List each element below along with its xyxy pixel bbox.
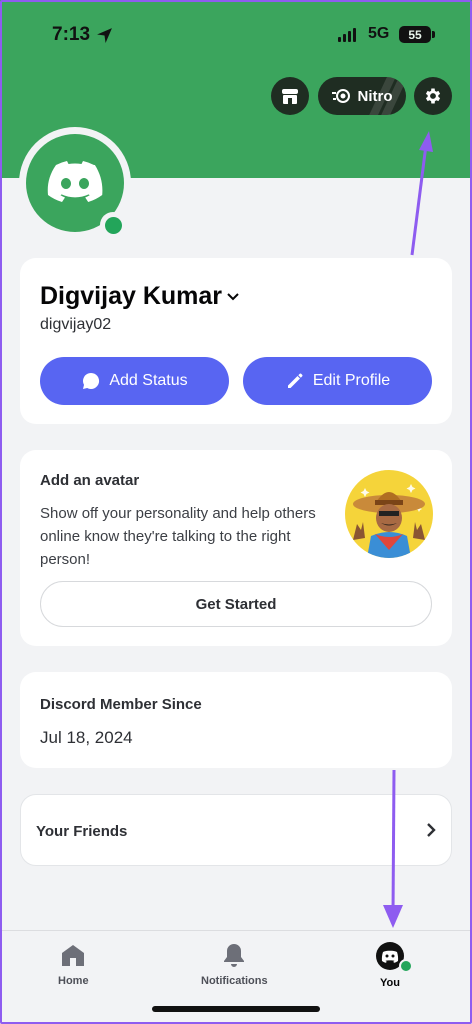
network-label: 5G [368,25,390,42]
nitro-label: Nitro [357,87,393,105]
you-avatar-icon [375,941,413,973]
nitro-icon [331,89,350,103]
member-since-card: Discord Member Since Jul 18, 2024 [20,672,452,768]
add-avatar-title: Add an avatar [40,472,140,489]
shop-icon [282,89,298,104]
get-started-label: Get Started [195,595,277,613]
battery-icon: 55 [399,26,435,43]
pencil-icon [287,373,303,388]
tab-you-label: You [380,977,400,989]
add-status-label: Add Status [109,372,188,389]
display-name: Digvijay Kumar [40,282,223,310]
avatar-illustration [345,470,433,558]
edit-profile-label: Edit Profile [312,372,391,389]
home-indicator [152,1006,320,1012]
add-avatar-card: Add an avatar Show off your personality … [20,450,452,646]
home-icon [62,945,85,966]
speech-bubble-icon [83,372,100,389]
member-since-date: Jul 18, 2024 [40,728,133,747]
settings-button[interactable] [414,77,452,115]
tab-notifications-label: Notifications [201,975,268,987]
add-status-button[interactable]: Add Status [40,357,229,405]
location-arrow-icon [97,27,112,43]
status-bar: 7:13 5G 55 [0,0,472,70]
gear-icon [425,88,441,104]
discord-logo-icon [47,161,103,202]
your-friends-label: Your Friends [36,823,128,840]
time-label: 7:13 [52,24,91,45]
nitro-button[interactable]: Nitro [318,77,406,115]
shop-button[interactable] [271,77,309,115]
profile-card: Digvijay Kumar digvijay02 Add Status Edi… [20,258,452,424]
display-name-row[interactable]: Digvijay Kumar [40,282,240,311]
online-status-indicator [100,212,126,238]
status-time: 7:13 [52,24,113,46]
your-friends-row[interactable]: Your Friends [20,794,452,866]
chevron-down-icon [227,292,239,300]
edit-profile-button[interactable]: Edit Profile [243,357,432,405]
bell-icon [224,944,245,967]
battery-level: 55 [408,27,422,42]
chevron-right-icon [427,823,436,837]
tab-you[interactable]: You [375,941,413,989]
get-started-button[interactable]: Get Started [40,581,432,627]
tab-home[interactable]: Home [58,941,89,987]
tab-notifications[interactable]: Notifications [201,941,268,987]
tab-home-label: Home [58,975,89,987]
signal-icon [338,28,356,42]
member-since-title: Discord Member Since [40,696,202,713]
add-avatar-description: Show off your personality and help other… [40,505,316,568]
username: digvijay02 [40,316,112,333]
